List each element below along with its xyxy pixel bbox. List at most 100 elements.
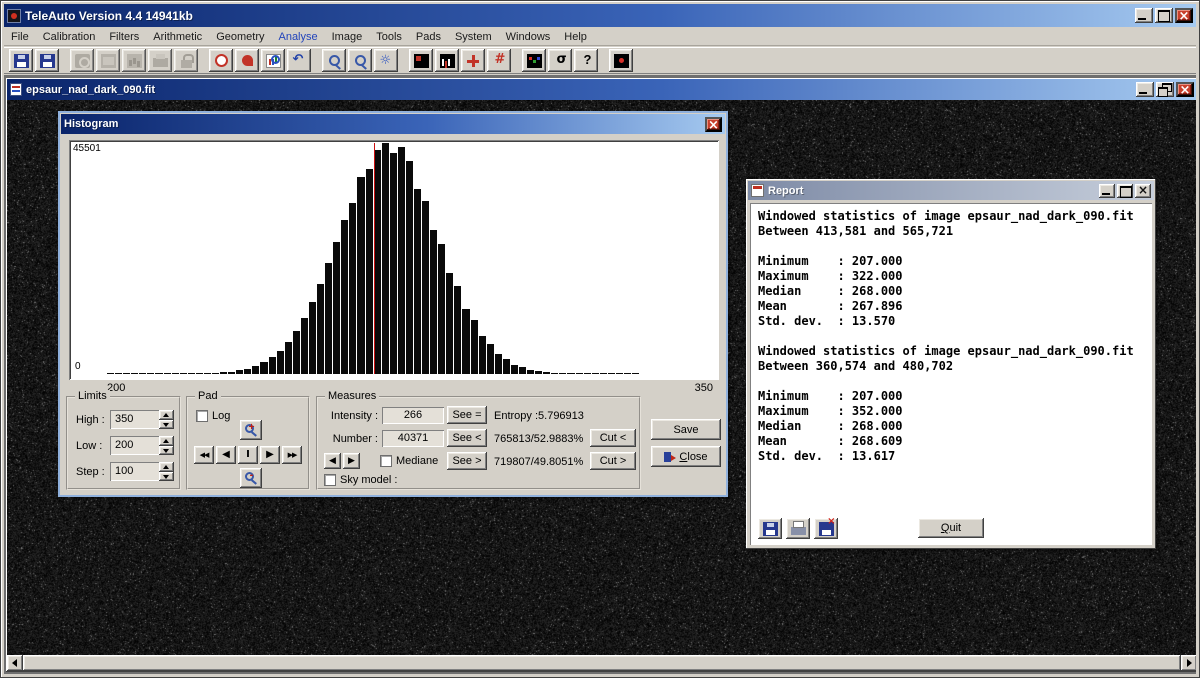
- capture-icon[interactable]: [609, 49, 633, 72]
- scroll-left-button[interactable]: [7, 655, 23, 671]
- low-value[interactable]: 200: [110, 436, 159, 455]
- close-histogram-button[interactable]: Close: [651, 446, 721, 467]
- menu-pads[interactable]: Pads: [409, 30, 448, 44]
- low-up-button[interactable]: [159, 436, 174, 446]
- sky-model-label: Sky model :: [340, 474, 397, 486]
- palette-icon[interactable]: [522, 49, 546, 72]
- print-report-button[interactable]: [786, 518, 810, 539]
- menu-tools[interactable]: Tools: [369, 30, 409, 44]
- cut-greater-button[interactable]: Cut >: [590, 452, 636, 470]
- see-equal-button[interactable]: See =: [447, 406, 487, 424]
- menu-arithmetic[interactable]: Arithmetic: [146, 30, 209, 44]
- mediane-checkbox[interactable]: [380, 455, 392, 467]
- pad-zoom-out-button[interactable]: [240, 468, 262, 488]
- backward-button[interactable]: ◀: [216, 446, 236, 464]
- quit-button[interactable]: Quit: [918, 518, 984, 538]
- menu-help[interactable]: Help: [557, 30, 594, 44]
- low-down-button[interactable]: [159, 446, 174, 456]
- step-up-button[interactable]: [159, 462, 174, 472]
- step-spinner[interactable]: 100: [110, 462, 174, 481]
- fast-forward-button[interactable]: ▶▶: [282, 446, 302, 464]
- image-minimize-button[interactable]: [1136, 82, 1154, 97]
- high-value[interactable]: 350: [110, 410, 159, 429]
- maximize-button[interactable]: [1155, 8, 1173, 23]
- image-close-button[interactable]: [1176, 82, 1194, 97]
- horizontal-scrollbar[interactable]: [7, 655, 1196, 671]
- menu-analyse[interactable]: Analyse: [271, 30, 324, 44]
- close-button[interactable]: [1175, 8, 1193, 23]
- image-restore-button[interactable]: [1156, 82, 1174, 97]
- report-line: [758, 374, 1144, 389]
- histogram-bar: [301, 318, 308, 374]
- toolbar-separator: [200, 49, 207, 72]
- histogram-bar: [511, 365, 518, 374]
- settings-icon[interactable]: [374, 49, 398, 72]
- app-title: TeleAuto Version 4.4 14941kb: [25, 9, 193, 23]
- low-limit-spinner[interactable]: 200: [110, 436, 174, 455]
- zoom-chart-icon[interactable]: [261, 49, 285, 72]
- export-report-button[interactable]: [814, 518, 838, 539]
- see-less-button[interactable]: See <: [447, 429, 487, 447]
- zoom-in-icon[interactable]: [348, 49, 372, 72]
- step-value[interactable]: 100: [110, 462, 159, 481]
- grid-icon[interactable]: [487, 49, 511, 72]
- mediane-prev-button[interactable]: ◀: [324, 453, 341, 469]
- histogram-view-icon[interactable]: [435, 49, 459, 72]
- number-label: Number :: [320, 433, 378, 445]
- menu-windows[interactable]: Windows: [499, 30, 558, 44]
- save-label: Save: [673, 424, 698, 436]
- report-minimize-button[interactable]: [1099, 184, 1115, 198]
- report-close-button[interactable]: [1135, 184, 1151, 198]
- scrollbar-thumb[interactable]: [23, 655, 1181, 671]
- pad-zoom-in-button[interactable]: [240, 420, 262, 440]
- align-arrows-icon[interactable]: [461, 49, 485, 72]
- fast-backward-button[interactable]: ◀◀: [194, 446, 214, 464]
- toolbar-separator: [513, 49, 520, 72]
- negative-icon[interactable]: [409, 49, 433, 72]
- histogram-bar: [164, 373, 171, 374]
- high-down-button[interactable]: [159, 420, 174, 430]
- menu-image[interactable]: Image: [325, 30, 370, 44]
- histogram-bar: [228, 372, 235, 374]
- menu-filters[interactable]: Filters: [102, 30, 146, 44]
- report-toolbar: [758, 518, 838, 539]
- minimize-button[interactable]: [1135, 8, 1153, 23]
- zoom-in-icon: [245, 424, 254, 433]
- menu-file[interactable]: File: [4, 30, 36, 44]
- scroll-right-button[interactable]: [1181, 655, 1196, 671]
- menu-system[interactable]: System: [448, 30, 499, 44]
- report-line: Std. dev. : 13.617: [758, 449, 1144, 464]
- main-titlebar: TeleAuto Version 4.4 14941kb: [4, 4, 1196, 27]
- high-up-button[interactable]: [159, 410, 174, 420]
- mediane-next-button[interactable]: ▶: [343, 453, 360, 469]
- sky-model-checkbox[interactable]: [324, 474, 336, 486]
- histogram-bar: [479, 336, 486, 374]
- report-maximize-button[interactable]: [1117, 184, 1133, 198]
- log-checkbox[interactable]: [196, 410, 208, 422]
- menu-calibration[interactable]: Calibration: [36, 30, 103, 44]
- save-report-button[interactable]: [758, 518, 782, 539]
- toolbar-separator: [600, 49, 607, 72]
- sigma-icon[interactable]: [548, 49, 572, 72]
- see-greater-button[interactable]: See >: [447, 452, 487, 470]
- zoom-out-icon[interactable]: [322, 49, 346, 72]
- measures-group: Measures Intensity : 266 See = Entropy :…: [316, 396, 641, 490]
- report-line: Std. dev. : 13.570: [758, 314, 1144, 329]
- histogram-close-button[interactable]: [705, 117, 722, 132]
- save-button[interactable]: Save: [651, 419, 721, 440]
- report-line: Mean : 267.896: [758, 299, 1144, 314]
- high-limit-spinner[interactable]: 350: [110, 410, 174, 429]
- cut-less-button[interactable]: Cut <: [590, 429, 636, 447]
- gauge-icon[interactable]: [209, 49, 233, 72]
- histogram-bar: [172, 373, 179, 374]
- step-down-button[interactable]: [159, 472, 174, 482]
- histogram-bar: [212, 373, 219, 374]
- menu-geometry[interactable]: Geometry: [209, 30, 271, 44]
- forward-button[interactable]: ▶: [260, 446, 280, 464]
- undo-icon[interactable]: [287, 49, 311, 72]
- center-button[interactable]: I: [238, 446, 258, 464]
- marker-icon[interactable]: [235, 49, 259, 72]
- help-icon[interactable]: [574, 49, 598, 72]
- save-as-icon[interactable]: [35, 49, 59, 72]
- save-icon[interactable]: [9, 49, 33, 72]
